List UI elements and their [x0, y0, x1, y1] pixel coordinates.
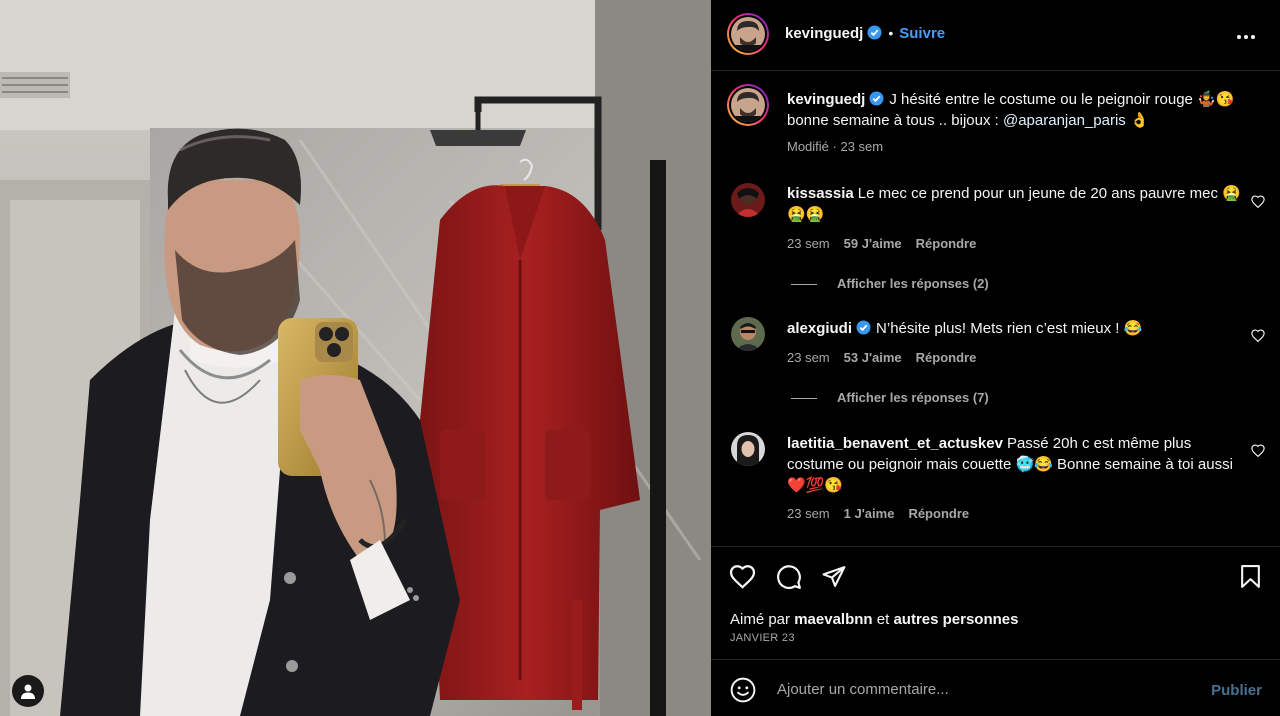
comment-likes[interactable]: 53 J'aime: [844, 350, 902, 365]
bookmark-icon[interactable]: [1240, 564, 1261, 589]
share-icon[interactable]: [821, 564, 847, 589]
author-avatar-image: [731, 17, 765, 51]
comment-body: Le mec ce prend pour un jeune de 20 ans …: [787, 185, 1241, 223]
post-date[interactable]: JANVIER 23: [730, 632, 795, 644]
heart-icon[interactable]: [729, 564, 756, 589]
likes-summary: Aimé par maevalbnn et autres personnes: [730, 611, 1018, 628]
comment-avatar-image: [731, 317, 765, 351]
liked-by-user-link[interactable]: maevalbnn: [794, 611, 872, 628]
replies-divider: [791, 398, 817, 400]
likes-prefix: Aimé par: [730, 611, 795, 628]
view-replies-button[interactable]: Afficher les réponses (2): [791, 276, 989, 291]
verified-icon: [856, 320, 871, 335]
comment-likes[interactable]: 1 J'aime: [844, 506, 895, 521]
reply-button[interactable]: Répondre: [908, 506, 969, 521]
reply-button[interactable]: Répondre: [916, 350, 977, 365]
comment-username[interactable]: kissassia: [787, 185, 854, 202]
user-tag-icon: [21, 684, 35, 699]
caption-avatar-image: [731, 88, 765, 122]
comment-icon[interactable]: [776, 564, 802, 590]
publish-button[interactable]: Publier: [1211, 682, 1262, 699]
caption-end: 👌: [1125, 112, 1149, 129]
caption-avatar[interactable]: [727, 84, 769, 126]
comment-text: kissassia Le mec ce prend pour un jeune d…: [787, 183, 1242, 225]
comment-time: 23 sem: [787, 350, 830, 365]
emoji-icon[interactable]: [730, 677, 756, 703]
comment-like-icon[interactable]: [1251, 444, 1265, 457]
view-replies-label: Afficher les réponses (7): [837, 390, 989, 405]
comment-avatar[interactable]: [731, 317, 765, 351]
comment-username[interactable]: alexgiudi: [787, 320, 852, 337]
comment-time: 23 sem: [787, 506, 830, 521]
likes-middle: et: [872, 611, 894, 628]
comment-avatar-image: [731, 183, 765, 217]
header-user-line: kevinguedj • Suivre: [785, 25, 945, 43]
view-replies-button[interactable]: Afficher les réponses (7): [791, 390, 989, 405]
comment-likes[interactable]: 59 J'aime: [844, 236, 902, 251]
separator-dot: •: [888, 25, 894, 41]
comment-avatar[interactable]: [731, 183, 765, 217]
caption-meta: Modifié · 23 sem: [787, 139, 884, 154]
comment-like-icon[interactable]: [1251, 329, 1265, 342]
comment-avatar-image: [731, 432, 765, 466]
comment-avatar[interactable]: [731, 432, 765, 466]
comment-username[interactable]: laetitia_benavent_et_actuskev: [787, 435, 1003, 452]
author-username[interactable]: kevinguedj: [785, 25, 863, 42]
liked-by-others-link[interactable]: autres personnes: [893, 611, 1018, 628]
comment-text: laetitia_benavent_et_actuskev Passé 20h c…: [787, 433, 1242, 496]
comment-meta: 23 sem 1 J'aime Répondre: [787, 506, 969, 521]
caption-username[interactable]: kevinguedj: [787, 91, 865, 108]
comment-like-icon[interactable]: [1251, 195, 1265, 208]
comment-text: alexgiudi N’hésite plus! Mets rien c’est …: [787, 318, 1242, 339]
comment-meta: 23 sem 53 J'aime Répondre: [787, 350, 976, 365]
comment-time: 23 sem: [787, 236, 830, 251]
comments-list[interactable]: kevinguedj J hésité entre le costume ou l…: [711, 71, 1280, 547]
comment-input[interactable]: [775, 677, 1179, 701]
author-avatar[interactable]: [727, 13, 769, 55]
verified-icon: [869, 91, 884, 106]
post-photo: [0, 0, 711, 716]
view-replies-label: Afficher les réponses (2): [837, 276, 989, 291]
user-tag-button[interactable]: [12, 675, 44, 707]
caption-text: kevinguedj J hésité entre le costume ou l…: [787, 89, 1242, 131]
comment-meta: 23 sem 59 J'aime Répondre: [787, 236, 976, 251]
more-options-button[interactable]: [1237, 26, 1258, 44]
verified-icon: [867, 25, 882, 40]
comment-composer: Publier: [711, 660, 1280, 716]
post-actions: Aimé par maevalbnn et autres personnes J…: [711, 547, 1280, 660]
reply-button[interactable]: Répondre: [916, 236, 977, 251]
post-panel: kevinguedj • Suivre kevinguedj J hésité ent…: [711, 0, 1280, 716]
caption-mention-link[interactable]: @aparanjan_paris: [1003, 112, 1126, 129]
replies-divider: [791, 284, 817, 286]
post-header: kevinguedj • Suivre: [711, 0, 1280, 71]
follow-button[interactable]: Suivre: [899, 25, 945, 42]
more-icon: [1237, 35, 1241, 39]
comment-body: N’hésite plus! Mets rien c’est mieux ! 😂: [876, 320, 1143, 337]
